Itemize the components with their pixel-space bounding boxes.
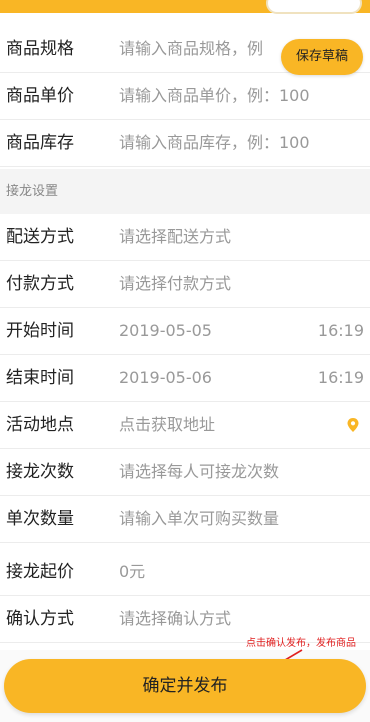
delivery-label: 配送方式 xyxy=(6,227,74,247)
start-time-label: 开始时间 xyxy=(6,321,74,341)
price-label: 商品单价 xyxy=(6,86,74,106)
stock-input[interactable]: 请输入商品库存，例：100 xyxy=(119,120,310,166)
end-time-row[interactable]: 结束时间 2019-05-06 16:19 xyxy=(0,355,370,402)
section-header: 接龙设置 xyxy=(0,169,370,215)
location-pin-icon[interactable] xyxy=(345,417,361,433)
times-select[interactable]: 请选择每人可接龙次数 xyxy=(119,449,279,495)
top-bar xyxy=(0,0,370,14)
end-time-value[interactable]: 16:19 xyxy=(318,355,364,401)
payment-row[interactable]: 付款方式 请选择付款方式 xyxy=(0,261,370,308)
times-row[interactable]: 接龙次数 请选择每人可接龙次数 xyxy=(0,449,370,496)
stock-row[interactable]: 商品库存 请输入商品库存，例：100 xyxy=(0,120,370,167)
stock-label: 商品库存 xyxy=(6,133,74,153)
confirm-publish-button[interactable]: 确定并发布 xyxy=(4,659,366,713)
quantity-row[interactable]: 单次数量 请输入单次可购买数量 xyxy=(0,496,370,543)
start-date-value[interactable]: 2019-05-05 xyxy=(119,308,212,354)
confirm-method-select[interactable]: 请选择确认方式 xyxy=(119,596,231,642)
quantity-label: 单次数量 xyxy=(6,509,74,529)
location-label: 活动地点 xyxy=(6,415,74,435)
confirm-method-label: 确认方式 xyxy=(6,609,74,629)
delivery-row[interactable]: 配送方式 请选择配送方式 xyxy=(0,214,370,261)
section-title: 接龙设置 xyxy=(6,184,59,199)
quantity-input[interactable]: 请输入单次可购买数量 xyxy=(119,496,279,542)
spec-input[interactable]: 请输入商品规格，例 xyxy=(119,26,263,72)
price-row[interactable]: 商品单价 请输入商品单价，例：100 xyxy=(0,73,370,120)
spec-label: 商品规格 xyxy=(6,39,74,59)
location-row[interactable]: 活动地点 点击获取地址 xyxy=(0,402,370,449)
min-price-row[interactable]: 接龙起价 0元 xyxy=(0,549,370,596)
times-label: 接龙次数 xyxy=(6,462,74,482)
min-price-label: 接龙起价 xyxy=(6,562,74,582)
start-time-row[interactable]: 开始时间 2019-05-05 16:19 xyxy=(0,308,370,355)
min-price-value[interactable]: 0元 xyxy=(119,549,145,595)
price-input[interactable]: 请输入商品单价，例：100 xyxy=(119,73,310,119)
start-time-value[interactable]: 16:19 xyxy=(318,308,364,354)
delivery-select[interactable]: 请选择配送方式 xyxy=(119,214,231,260)
save-draft-button[interactable]: 保存草稿 xyxy=(281,39,363,75)
top-bar-pill[interactable] xyxy=(266,0,362,14)
payment-select[interactable]: 请选择付款方式 xyxy=(119,261,231,307)
payment-label: 付款方式 xyxy=(6,274,74,294)
end-time-label: 结束时间 xyxy=(6,368,74,388)
location-input[interactable]: 点击获取地址 xyxy=(119,402,215,448)
end-date-value[interactable]: 2019-05-06 xyxy=(119,355,212,401)
